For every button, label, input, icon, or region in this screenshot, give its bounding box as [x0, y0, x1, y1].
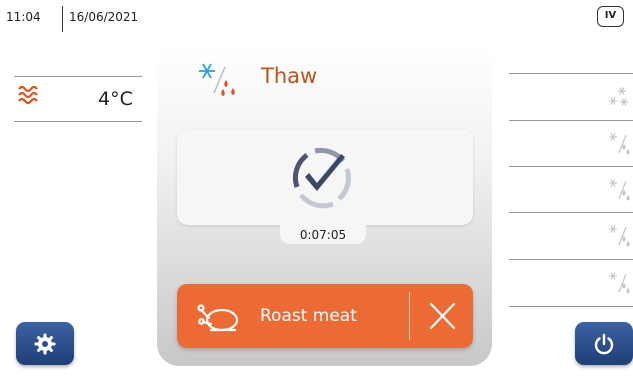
divider — [14, 121, 142, 122]
heat-waves-icon — [17, 82, 43, 112]
roast-chicken-icon — [197, 300, 241, 338]
divider — [509, 306, 633, 307]
settings-button[interactable] — [16, 322, 74, 365]
gear-icon — [34, 333, 56, 355]
power-icon — [594, 333, 614, 355]
divider — [509, 120, 633, 121]
cancel-button[interactable] — [411, 284, 473, 348]
thaw-icon[interactable] — [607, 223, 631, 253]
clock-time: 11:04 — [6, 10, 41, 24]
divider — [509, 212, 633, 213]
thaw-icon[interactable] — [607, 131, 631, 161]
level-badge[interactable]: IV — [597, 6, 624, 27]
thaw-icon[interactable] — [607, 270, 631, 300]
divider — [509, 73, 633, 74]
deep-freeze-snowflakes-icon[interactable] — [607, 86, 631, 114]
elapsed-timer: 0:07:05 — [299, 228, 347, 242]
close-icon — [429, 302, 456, 330]
divider — [509, 166, 633, 167]
chamber-temperature: 4°C — [98, 88, 133, 110]
divider — [509, 259, 633, 260]
clock-date: 16/06/2021 — [69, 10, 139, 24]
check-progress-icon — [287, 143, 359, 217]
mode-label: Thaw — [261, 64, 318, 88]
thaw-icon[interactable] — [607, 177, 631, 207]
button-divider — [409, 292, 410, 340]
thaw-snowflake-drops-icon — [195, 60, 243, 104]
power-button[interactable] — [575, 322, 633, 365]
header-divider — [62, 6, 63, 32]
divider — [14, 76, 142, 77]
program-label: Roast meat — [260, 306, 357, 326]
